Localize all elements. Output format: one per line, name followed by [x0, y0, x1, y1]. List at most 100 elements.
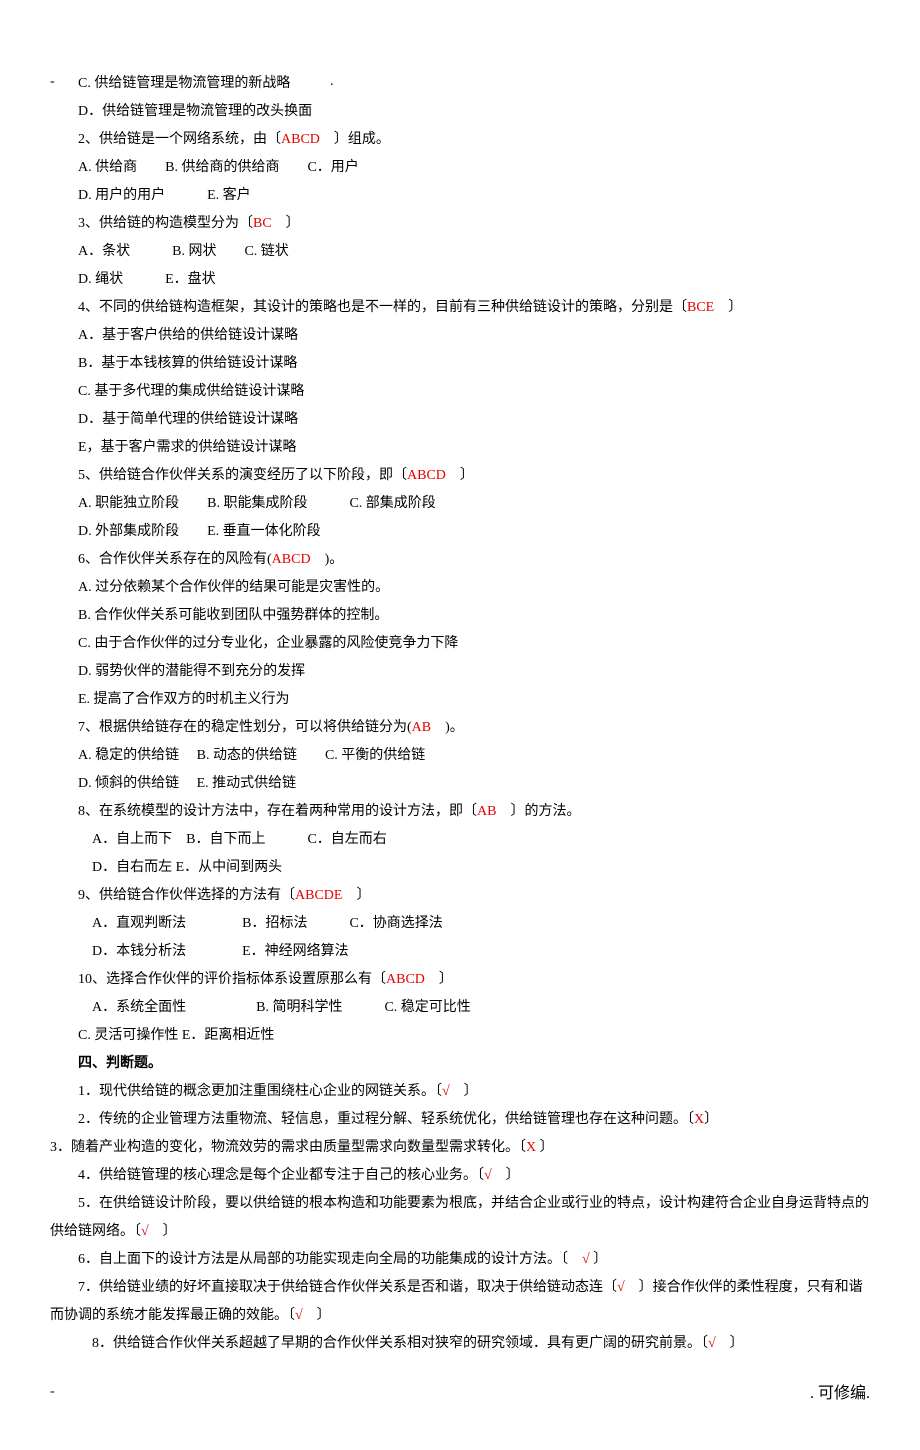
- body-text: 7．供给链业绩的好坏直接取决于供给链合作伙伴关系是否和谐，取决于供给链动态连〔: [78, 1280, 617, 1295]
- line-38: 3．随着产业构造的变化，物流效劳的需求由质量型需求向数量型需求转化。〔X 〕: [50, 1134, 870, 1162]
- line-17: 6、合作伙伴关系存在的风险有(ABCD )。: [50, 546, 870, 574]
- body-text: 6、合作伙伴关系存在的风险有(: [78, 552, 272, 567]
- line-43: 8．供给链合作伙伴关系超越了早期的合作伙伴关系相对狭窄的研究领域．具有更广阔的研…: [50, 1330, 870, 1358]
- body-text: 10、选择合作伙伴的评价指标体系设置原那么有〔: [78, 972, 386, 987]
- answer-text: ABCDE: [295, 888, 342, 903]
- line-4: D. 用户的用户 E. 客户: [50, 182, 870, 210]
- body-text: 〕: [450, 1084, 478, 1099]
- answer-text: AB: [477, 804, 496, 819]
- footer: - . 可修编.: [50, 1378, 870, 1410]
- footer-text: . 可修编.: [810, 1378, 870, 1410]
- line-19: B. 合作伙伴关系可能收到团队中强势群体的控制。: [50, 602, 870, 630]
- body-text: B．基于本钱核算的供给链设计谋略: [78, 356, 297, 371]
- body-text: 2．传统的企业管理方法重物流、轻信息，重过程分解、轻系统优化，供给链管理也存在这…: [78, 1112, 694, 1127]
- body-text: 〕的方法。: [496, 804, 580, 819]
- body-text: 〕: [536, 1140, 554, 1155]
- answer-text: ABCD: [407, 468, 446, 483]
- answer-text: ABCD: [272, 552, 311, 567]
- line-42: 7．供给链业绩的好坏直接取决于供给链合作伙伴关系是否和谐，取决于供给链动态连〔√…: [50, 1274, 870, 1330]
- body-text: 〕: [303, 1308, 331, 1323]
- body-text: 〕: [704, 1112, 718, 1127]
- answer-text: √: [617, 1280, 625, 1295]
- body-text: )。: [431, 720, 464, 735]
- line-33: A．系统全面性 B. 简明科学性 C. 稳定可比性: [50, 994, 870, 1022]
- body-text: A. 过分依赖某个合作伙伴的结果可能是灾害性的。: [78, 580, 389, 595]
- body-text: D. 绳状 E．盘状: [78, 272, 216, 287]
- line-0: C. 供给链管理是物流管理的新战略: [50, 70, 870, 98]
- line-30: A．直观判断法 B．招标法 C．协商选择法: [50, 910, 870, 938]
- body-text: )。: [311, 552, 344, 567]
- line-2: 2、供给链是一个网络系统，由〔ABCD 〕组成。: [50, 126, 870, 154]
- body-text: 〕: [716, 1336, 744, 1351]
- line-15: A. 职能独立阶段 B. 职能集成阶段 C. 部集成阶段: [50, 490, 870, 518]
- line-36: 1．现代供给链的概念更加注重围绕柱心企业的网链关系。〔√ 〕: [50, 1078, 870, 1106]
- answer-text: √: [141, 1224, 149, 1239]
- body-text: 〕: [714, 300, 742, 315]
- body-text: A．自上而下 B．自下而上 C．自左而右: [92, 832, 387, 847]
- line-12: D．基于简单代理的供给链设计谋略: [50, 406, 870, 434]
- line-7: D. 绳状 E．盘状: [50, 266, 870, 294]
- body-text: C. 灵活可操作性 E．距离相近性: [78, 1028, 274, 1043]
- body-text: A．基于客户供给的供给链设计谋略: [78, 328, 298, 343]
- body-text: 3．随着产业构造的变化，物流效劳的需求由质量型需求向数量型需求转化。〔: [50, 1140, 526, 1155]
- line-35: 四、判断题。: [50, 1050, 870, 1078]
- body-text: A．条状 B. 网状 C. 链状: [78, 244, 289, 259]
- body-text: 3、供给链的构造模型分为〔: [78, 216, 253, 231]
- line-5: 3、供给链的构造模型分为〔BC 〕: [50, 210, 870, 238]
- line-16: D. 外部集成阶段 E. 垂直一体化阶段: [50, 518, 870, 546]
- line-40: 5．在供给链设计阶段，要以供给链的根本构造和功能要素为根底，并结合企业或行业的特…: [50, 1190, 870, 1246]
- line-27: A．自上而下 B．自下而上 C．自左而右: [50, 826, 870, 854]
- body-text: D. 倾斜的供给链 E. 推动式供给链: [78, 776, 296, 791]
- body-text: E，基于客户需求的供给链设计谋略: [78, 440, 297, 455]
- body-text: 8．供给链合作伙伴关系超越了早期的合作伙伴关系相对狭窄的研究领域．具有更广阔的研…: [78, 1336, 708, 1351]
- body-text: 4、不同的供给链构造框架，其设计的策略也是不一样的，目前有三种供给链设计的策略，…: [78, 300, 687, 315]
- body-text: 〕组成。: [320, 132, 390, 147]
- answer-text: √: [442, 1084, 450, 1099]
- line-32: 10、选择合作伙伴的评价指标体系设置原那么有〔ABCD 〕: [50, 966, 870, 994]
- line-31: D．本钱分析法 E．神经网络算法: [50, 938, 870, 966]
- body-text: 〕: [590, 1252, 608, 1267]
- header-dot: .: [330, 68, 334, 96]
- body-text: 四、判断题。: [78, 1056, 162, 1071]
- line-18: A. 过分依赖某个合作伙伴的结果可能是灾害性的。: [50, 574, 870, 602]
- line-41: 6．自上面下的设计方法是从局部的功能实现走向全局的功能集成的设计方法。〔 √ 〕: [50, 1246, 870, 1274]
- line-3: A. 供给商 B. 供给商的供给商 C．用户: [50, 154, 870, 182]
- line-37: 2．传统的企业管理方法重物流、轻信息，重过程分解、轻系统优化，供给链管理也存在这…: [50, 1106, 870, 1134]
- footer-dash: -: [50, 1378, 55, 1410]
- answer-text: X: [526, 1140, 536, 1155]
- body-text: A. 供给商 B. 供给商的供给商 C．用户: [78, 160, 359, 175]
- body-text: D. 用户的用户 E. 客户: [78, 188, 251, 203]
- body-text: A．直观判断法 B．招标法 C．协商选择法: [92, 916, 443, 931]
- body-text: 9、供给链合作伙伴选择的方法有〔: [78, 888, 295, 903]
- line-29: 9、供给链合作伙伴选择的方法有〔ABCDE 〕: [50, 882, 870, 910]
- answer-text: √: [582, 1252, 590, 1267]
- body-text: D. 外部集成阶段 E. 垂直一体化阶段: [78, 524, 321, 539]
- body-text: 2、供给链是一个网络系统，由〔: [78, 132, 281, 147]
- body-text: D．自右而左 E．从中间到两头: [92, 860, 282, 875]
- line-26: 8、在系统模型的设计方法中，存在着两种常用的设计方法，即〔AB 〕的方法。: [50, 798, 870, 826]
- answer-text: ABCD: [386, 972, 425, 987]
- line-6: A．条状 B. 网状 C. 链状: [50, 238, 870, 266]
- body-text: 1．现代供给链的概念更加注重围绕柱心企业的网链关系。〔: [78, 1084, 442, 1099]
- body-text: 〕: [272, 216, 300, 231]
- body-text: C. 基于多代理的集成供给链设计谋略: [78, 384, 304, 399]
- body-text: D．本钱分析法 E．神经网络算法: [92, 944, 349, 959]
- answer-text: √: [708, 1336, 716, 1351]
- body-text: D．供给链管理是物流管理的改头换面: [78, 104, 312, 119]
- answer-text: X: [694, 1112, 704, 1127]
- body-text: A. 职能独立阶段 B. 职能集成阶段 C. 部集成阶段: [78, 496, 436, 511]
- line-23: 7、根据供给链存在的稳定性划分，可以将供给链分为(AB )。: [50, 714, 870, 742]
- body-text: A．系统全面性 B. 简明科学性 C. 稳定可比性: [92, 1000, 471, 1015]
- answer-text: ABCD: [281, 132, 320, 147]
- line-9: A．基于客户供给的供给链设计谋略: [50, 322, 870, 350]
- body-text: 7、根据供给链存在的稳定性划分，可以将供给链分为(: [78, 720, 412, 735]
- answer-text: AB: [412, 720, 431, 735]
- body-text: C. 供给链管理是物流管理的新战略: [78, 76, 290, 91]
- body-text: D．基于简单代理的供给链设计谋略: [78, 412, 298, 427]
- body-text: 〕: [425, 972, 453, 987]
- body-text: 6．自上面下的设计方法是从局部的功能实现走向全局的功能集成的设计方法。〔: [78, 1252, 582, 1267]
- line-28: D．自右而左 E．从中间到两头: [50, 854, 870, 882]
- body-text: 〕: [492, 1168, 520, 1183]
- line-13: E，基于客户需求的供给链设计谋略: [50, 434, 870, 462]
- header-dash: -: [50, 68, 55, 96]
